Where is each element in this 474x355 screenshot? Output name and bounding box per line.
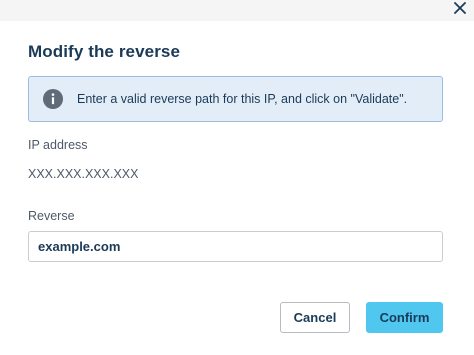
close-button[interactable] [450,0,470,18]
ip-address-value: XXX.XXX.XXX.XXX [28,167,139,181]
reverse-input[interactable] [28,231,443,262]
dialog-topbar [0,0,474,21]
ip-address-label: IP address [28,138,88,152]
reverse-label: Reverse [28,209,75,223]
dialog-title: Modify the reverse [28,42,181,61]
close-icon [454,2,466,14]
info-icon [42,88,64,110]
confirm-button[interactable]: Confirm [366,302,443,333]
info-message: Enter a valid reverse path for this IP, … [28,76,443,122]
modify-reverse-dialog: Modify the reverse Enter a valid reverse… [0,0,474,355]
cancel-button[interactable]: Cancel [280,302,350,333]
info-text: Enter a valid reverse path for this IP, … [77,92,408,106]
